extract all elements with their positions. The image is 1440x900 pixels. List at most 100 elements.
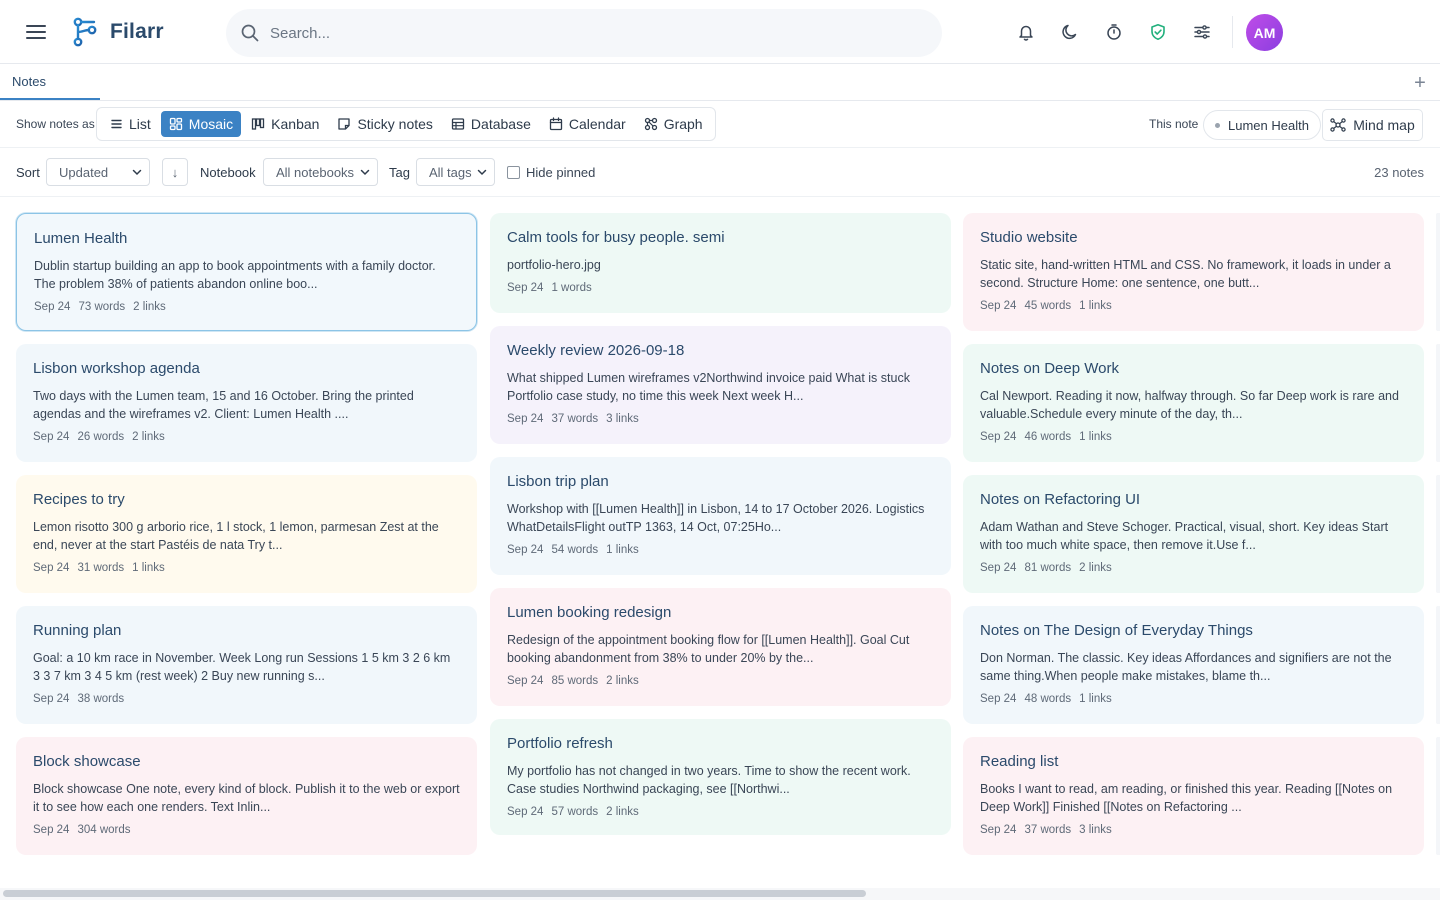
notebook-value: All notebooks <box>276 164 355 180</box>
current-note-chip[interactable]: Lumen Health <box>1203 110 1321 140</box>
note-links: 1 links <box>1079 431 1112 443</box>
note-card[interactable]: Recipes to try Lemon risotto 300 g arbor… <box>16 475 477 593</box>
list-icon <box>111 119 122 129</box>
note-links: 2 links <box>132 431 165 443</box>
note-words: 73 words <box>78 301 126 313</box>
note-links: 1 links <box>606 544 639 556</box>
filter-toolbar: Sort Updated ↓ Notebook All notebooks Ta… <box>0 148 1440 197</box>
view-calendar-button[interactable]: Calendar <box>541 111 634 137</box>
note-date: Sep 24 <box>507 282 544 294</box>
note-date: Sep 24 <box>980 562 1017 574</box>
view-label: Mosaic <box>188 116 234 132</box>
note-meta: Sep 24 304 words <box>33 824 460 836</box>
view-mosaic-button[interactable]: Mosaic <box>160 111 242 137</box>
note-date: Sep 24 <box>980 300 1017 312</box>
note-card[interactable]: Notes on Deep Work Cal Newport. Reading … <box>963 344 1424 462</box>
note-card[interactable]: Lisbon trip plan Workshop with [[Lumen H… <box>490 457 951 575</box>
tag-select[interactable]: All tags <box>416 158 495 186</box>
notebook-select[interactable]: All notebooks <box>263 158 378 186</box>
note-date: Sep 24 <box>33 693 70 705</box>
sticky-note-icon <box>338 118 351 130</box>
menu-toggle-button[interactable] <box>22 20 50 44</box>
sort-direction-button[interactable]: ↓ <box>162 158 188 186</box>
note-card[interactable]: Running plan Goal: a 10 km race in Novem… <box>16 606 477 724</box>
note-meta: Sep 24 37 words 3 links <box>980 824 1407 836</box>
view-switcher: List Mosaic Kanban Sticky notes Database… <box>96 107 716 141</box>
hide-pinned-toggle[interactable]: Hide pinned <box>507 165 595 180</box>
timer-icon <box>1107 24 1121 40</box>
note-card[interactable]: Lumen booking redesign Redesign of the a… <box>490 588 951 706</box>
offscreen-card-edge <box>1436 606 1440 724</box>
search-input[interactable] <box>270 24 870 42</box>
timer-button[interactable] <box>1100 18 1128 46</box>
tab-strip: Notes + <box>0 65 1440 101</box>
user-avatar[interactable]: AM <box>1246 14 1283 51</box>
horizontal-scrollbar-thumb[interactable] <box>3 890 866 897</box>
note-excerpt: Static site, hand-written HTML and CSS. … <box>980 258 1391 290</box>
note-title: Recipes to try <box>33 491 125 508</box>
mind-map-button[interactable]: Mind map <box>1322 109 1423 141</box>
note-links: 1 links <box>1079 693 1112 705</box>
note-card[interactable]: Notes on The Design of Everyday Things D… <box>963 606 1424 724</box>
note-meta: Sep 24 54 words 1 links <box>507 544 934 556</box>
view-toolbar: Show notes as List Mosaic Kanban Sticky … <box>0 101 1440 148</box>
app-logo[interactable]: Filarr <box>70 16 164 48</box>
note-card[interactable]: Calm tools for busy people. semi portfol… <box>490 213 951 313</box>
settings-button[interactable] <box>1188 18 1216 46</box>
sort-select[interactable]: Updated <box>46 158 150 186</box>
note-excerpt: Adam Wathan and Steve Schoger. Practical… <box>980 520 1389 552</box>
note-date: Sep 24 <box>507 544 544 556</box>
note-card[interactable]: Portfolio refresh My portfolio has not c… <box>490 719 951 835</box>
note-meta: Sep 24 57 words 2 links <box>507 806 934 818</box>
view-database-button[interactable]: Database <box>443 111 539 137</box>
tab-notes[interactable]: Notes <box>0 65 100 100</box>
note-date: Sep 24 <box>507 675 544 687</box>
note-words: 37 words <box>1024 824 1072 836</box>
note-meta: Sep 24 31 words 1 links <box>33 562 460 574</box>
note-card[interactable]: Lisbon workshop agenda Two days with the… <box>16 344 477 462</box>
notebook-label: Notebook <box>200 165 256 180</box>
note-words: 46 words <box>1024 431 1072 443</box>
note-card[interactable]: Weekly review 2026-09-18 What shipped Lu… <box>490 326 951 444</box>
note-excerpt: Two days with the Lumen team, 15 and 16 … <box>33 389 414 421</box>
note-meta: Sep 24 46 words 1 links <box>980 431 1407 443</box>
note-meta: Sep 24 37 words 3 links <box>507 413 934 425</box>
app-name: Filarr <box>110 20 164 43</box>
note-title: Lumen Health <box>34 230 128 247</box>
this-note-label: This note <box>1149 117 1199 131</box>
hide-pinned-label: Hide pinned <box>526 165 596 180</box>
hide-pinned-checkbox[interactable] <box>507 166 520 179</box>
hamburger-icon <box>26 25 46 27</box>
note-meta: Sep 24 45 words 1 links <box>980 300 1407 312</box>
note-meta: Sep 24 26 words 2 links <box>33 431 460 443</box>
note-card[interactable]: Block showcase Block showcase One note, … <box>16 737 477 855</box>
view-graph-button[interactable]: Graph <box>636 111 711 137</box>
view-list-button[interactable]: List <box>101 111 159 137</box>
note-words: 85 words <box>551 675 599 687</box>
dark-mode-button[interactable] <box>1056 18 1084 46</box>
note-excerpt: Books I want to read, am reading, or fin… <box>980 782 1393 814</box>
note-card[interactable]: Notes on Refactoring UI Adam Wathan and … <box>963 475 1424 593</box>
view-kanban-button[interactable]: Kanban <box>243 111 327 137</box>
note-title: Running plan <box>33 622 122 639</box>
note-card[interactable]: Reading list Books I want to read, am re… <box>963 737 1424 855</box>
add-tab-button[interactable]: + <box>1408 71 1432 95</box>
note-title: Lisbon workshop agenda <box>33 360 200 377</box>
sliders-icon <box>1194 25 1210 39</box>
view-label: Kanban <box>271 116 320 132</box>
note-card[interactable]: Lumen Health Dublin startup building an … <box>16 213 477 331</box>
note-meta: Sep 24 1 words <box>507 282 934 294</box>
note-title: Reading list <box>980 753 1059 770</box>
view-sticky-notes-button[interactable]: Sticky notes <box>329 111 440 137</box>
privacy-button[interactable] <box>1144 18 1172 46</box>
note-card[interactable]: Studio website Static site, hand-written… <box>963 213 1424 331</box>
mind-map-label: Mind map <box>1353 117 1415 133</box>
notifications-button[interactable] <box>1012 18 1040 46</box>
search-bar[interactable] <box>226 9 942 57</box>
shield-check-icon <box>1151 24 1165 40</box>
view-label: Sticky notes <box>357 116 433 132</box>
note-excerpt: portfolio-hero.jpg <box>507 258 601 272</box>
note-title: Weekly review 2026-09-18 <box>507 342 685 359</box>
offscreen-card-edge <box>1436 344 1440 462</box>
hamburger-line <box>26 37 46 39</box>
